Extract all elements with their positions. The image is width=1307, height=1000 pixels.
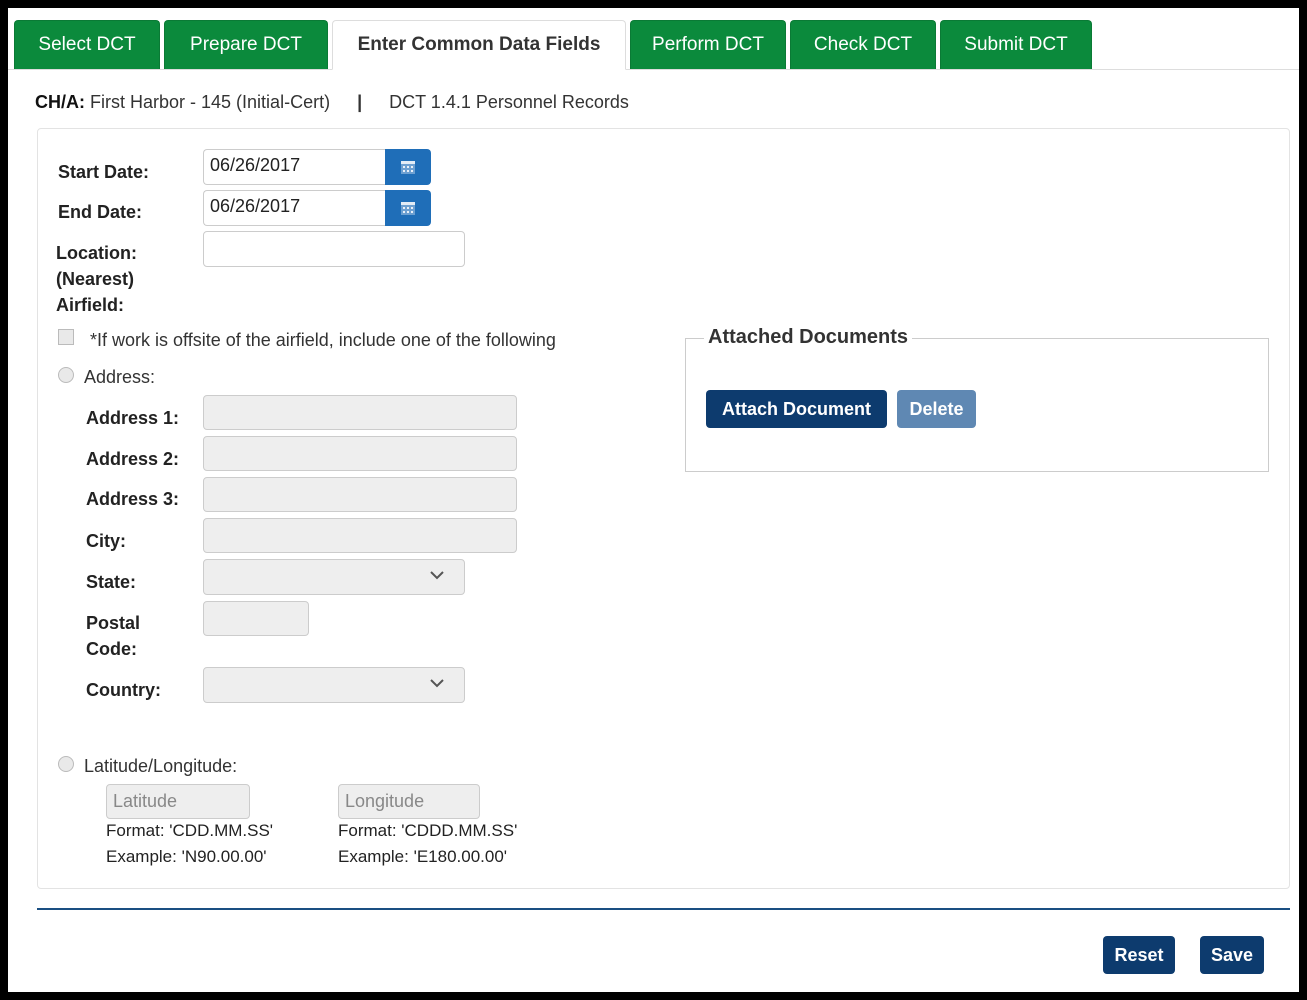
start-date-input[interactable]: 06/26/2017 <box>203 149 385 185</box>
postal-code-label: Postal <box>86 613 141 633</box>
page-frame: Select DCT Prepare DCT Enter Common Data… <box>8 8 1299 992</box>
offsite-text: *If work is offsite of the airfield, inc… <box>90 330 556 350</box>
state-label: State: <box>86 572 137 592</box>
state-select[interactable] <box>203 559 465 595</box>
reset-button[interactable]: Reset <box>1103 936 1175 974</box>
latlong-radio-label: Latitude/Longitude: <box>84 756 238 776</box>
calendar-icon <box>401 161 415 174</box>
tab-bar: Select DCT Prepare DCT Enter Common Data… <box>8 20 1299 70</box>
longitude-format: Format: 'CDDD.MM.SS' <box>338 821 518 840</box>
country-select[interactable] <box>203 667 465 703</box>
tab-submit-dct[interactable]: Submit DCT <box>940 20 1092 69</box>
country-label: Country: <box>86 680 161 700</box>
end-date-calendar-button[interactable] <box>385 190 431 226</box>
latitude-example: Example: 'N90.00.00' <box>106 847 267 866</box>
location-label-nearest: (Nearest) <box>56 269 135 289</box>
address-radio-label: Address: <box>84 367 156 387</box>
address3-label: Address 3: <box>86 489 180 509</box>
context-separator: | <box>357 92 363 112</box>
city-input[interactable] <box>203 518 517 553</box>
address3-input[interactable] <box>203 477 517 512</box>
chevron-down-icon <box>430 679 444 688</box>
tab-perform-dct[interactable]: Perform DCT <box>630 20 786 69</box>
start-date-calendar-button[interactable] <box>385 149 431 185</box>
address2-label: Address 2: <box>86 449 180 469</box>
address-radio[interactable] <box>58 367 74 383</box>
chia-label: CH/A: <box>35 92 85 112</box>
address1-input[interactable] <box>203 395 517 430</box>
context-line: CH/A: First Harbor - 145 (Initial-Cert) … <box>35 92 629 113</box>
end-date-label: End Date: <box>58 202 143 222</box>
postal-code-label-2: Code: <box>86 639 137 659</box>
location-label: Location: <box>56 243 137 263</box>
offsite-checkbox[interactable] <box>58 329 74 345</box>
tab-check-dct[interactable]: Check DCT <box>790 20 936 69</box>
chia-value: First Harbor - 145 (Initial-Cert) <box>90 92 331 112</box>
latitude-input[interactable]: Latitude <box>106 784 250 819</box>
latlong-radio[interactable] <box>58 756 74 772</box>
address1-label: Address 1: <box>86 408 180 428</box>
city-label: City: <box>86 531 126 551</box>
postal-code-input[interactable] <box>203 601 309 636</box>
save-button[interactable]: Save <box>1200 936 1264 974</box>
tab-select-dct[interactable]: Select DCT <box>14 20 160 69</box>
dct-name: DCT 1.4.1 Personnel Records <box>389 92 629 112</box>
end-date-picker: 06/26/2017 <box>203 190 431 226</box>
tab-enter-common-data-fields[interactable]: Enter Common Data Fields <box>332 20 626 70</box>
longitude-input[interactable]: Longitude <box>338 784 480 819</box>
start-date-label: Start Date: <box>58 162 150 182</box>
chevron-down-icon <box>430 571 444 580</box>
end-date-input[interactable]: 06/26/2017 <box>203 190 385 226</box>
tab-prepare-dct[interactable]: Prepare DCT <box>164 20 328 69</box>
calendar-icon <box>401 202 415 215</box>
attached-documents-legend: Attached Documents <box>704 326 913 349</box>
attach-document-button[interactable]: Attach Document <box>706 390 887 428</box>
location-input[interactable] <box>203 231 465 267</box>
address2-input[interactable] <box>203 436 517 471</box>
longitude-example: Example: 'E180.00.00' <box>338 847 508 866</box>
start-date-picker: 06/26/2017 <box>203 149 431 185</box>
footer-divider <box>37 908 1290 910</box>
location-label-airfield: Airfield: <box>56 295 125 315</box>
delete-document-button[interactable]: Delete <box>897 390 976 428</box>
latitude-format: Format: 'CDD.MM.SS' <box>106 821 274 840</box>
